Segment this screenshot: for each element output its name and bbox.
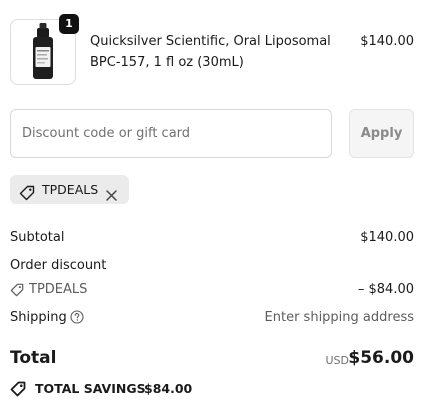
subtotal-label: Subtotal	[10, 230, 65, 245]
order-discount-code-row: TPDEALS – $84.00	[10, 281, 414, 299]
total-label: Total	[10, 348, 57, 368]
tag-icon	[10, 283, 24, 303]
shipping-value: Enter shipping address	[264, 310, 414, 325]
remove-discount-icon[interactable]	[105, 183, 118, 212]
order-discount-value: – $84.00	[357, 282, 414, 297]
total-savings-row: TOTAL SAVINGS $84.00	[10, 380, 310, 398]
help-icon[interactable]	[70, 310, 84, 330]
tag-icon	[10, 381, 26, 402]
shipping-row: Shipping Enter shipping address	[10, 309, 414, 327]
quantity-badge: 1	[59, 14, 79, 34]
line-item: 1 Quicksilver Scientific, Oral Liposomal…	[10, 14, 414, 85]
subtotal-value: $140.00	[360, 230, 414, 245]
shipping-label: Shipping	[10, 310, 67, 325]
apply-discount-button[interactable]: Apply	[349, 109, 414, 158]
discount-code-input[interactable]: Discount code or gift card	[10, 109, 332, 158]
order-discount-row: Order discount	[10, 257, 414, 275]
subtotal-row: Subtotal $140.00	[10, 229, 414, 247]
tag-icon	[19, 182, 35, 211]
order-discount-label: Order discount	[10, 258, 107, 273]
total-amount: $56.00	[348, 348, 414, 368]
product-price: $140.00	[360, 34, 414, 49]
total-savings-value: $84.00	[144, 381, 193, 396]
total-row: Total USD $56.00	[10, 347, 414, 373]
applied-discount-chip: TPDEALS	[10, 175, 129, 204]
total-savings-label: TOTAL SAVINGS	[35, 381, 146, 396]
applied-discount-code: TPDEALS	[42, 182, 99, 197]
currency-code: USD	[325, 354, 349, 367]
product-name: Quicksilver Scientific, Oral Liposomal B…	[90, 34, 331, 70]
